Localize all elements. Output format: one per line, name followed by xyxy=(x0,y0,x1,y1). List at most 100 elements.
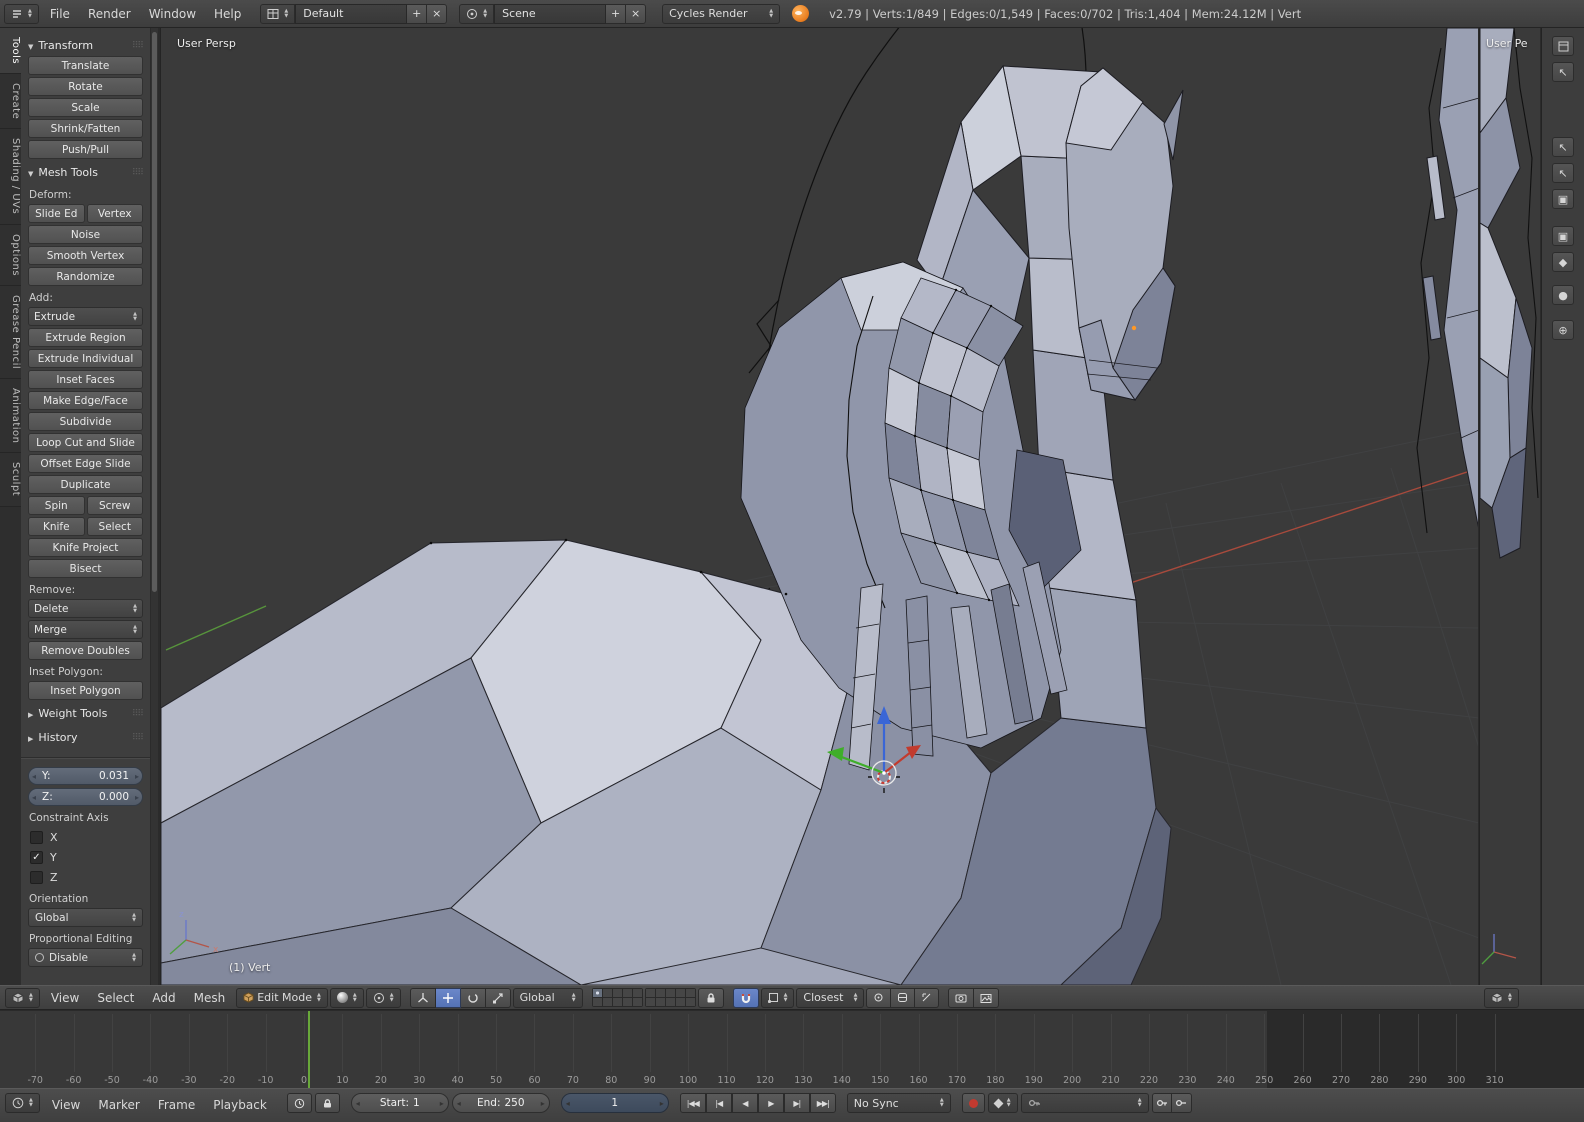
axis-checkbox[interactable] xyxy=(30,830,43,844)
panel-grip-icon[interactable] xyxy=(132,168,143,178)
mesh-model[interactable]: x z xyxy=(161,28,1478,985)
panel-grip-icon[interactable] xyxy=(132,709,143,719)
layers-widget-right[interactable] xyxy=(644,988,696,1007)
rotate-manipulator-button[interactable] xyxy=(460,987,486,1008)
constraint-axis-row[interactable]: X xyxy=(28,827,143,847)
timeline-menu-item[interactable]: View xyxy=(43,1093,89,1117)
timeline-menu-item[interactable]: Marker xyxy=(89,1093,148,1117)
tool-button[interactable]: Bisect xyxy=(28,559,143,578)
snap-element-dropdown[interactable] xyxy=(760,987,795,1008)
tool-shelf-tab[interactable]: Tools xyxy=(0,28,21,75)
header-menu-item[interactable]: Render xyxy=(79,2,140,26)
tool-button[interactable]: Screw xyxy=(86,496,143,515)
av-sync-dropdown[interactable]: No Sync xyxy=(846,1093,951,1113)
mesh-tools-panel-header[interactable]: Mesh Tools xyxy=(28,162,143,183)
add-tool-button[interactable]: Extrude Region xyxy=(28,328,143,347)
close-scene-button[interactable]: × xyxy=(626,3,647,24)
add-tool-button[interactable]: Subdivide xyxy=(28,412,143,431)
insert-keyframe-button[interactable] xyxy=(1151,1093,1172,1113)
playback-button[interactable]: ◀ xyxy=(731,1093,758,1113)
tool-shelf-tab[interactable]: Create xyxy=(0,74,21,130)
editor-type-button[interactable] xyxy=(4,3,39,24)
tool-shelf-tab[interactable]: Animation xyxy=(0,378,21,454)
playback-button[interactable]: ▶ xyxy=(757,1093,784,1113)
use-preview-range-button[interactable] xyxy=(286,1093,312,1113)
properties-tab-icon[interactable]: ↖ xyxy=(1552,163,1574,183)
editor-type-button[interactable] xyxy=(1552,36,1574,56)
scene-browse-button[interactable] xyxy=(459,3,495,24)
timeline-menu-item[interactable]: Playback xyxy=(204,1093,276,1117)
delete-keyframe-button[interactable] xyxy=(1171,1093,1192,1113)
tool-button[interactable]: Select xyxy=(86,517,143,536)
opengl-render-button[interactable] xyxy=(948,987,975,1008)
add-tool-button[interactable]: Duplicate xyxy=(28,475,143,494)
viewport-shading-dropdown[interactable] xyxy=(329,987,364,1008)
frame-start-field[interactable]: Start: 1 xyxy=(350,1093,449,1113)
timeline-canvas[interactable]: -70 -60 -50 -40 -30 -20 -10 0 10 20 30 40 50 60 70 80 90… xyxy=(0,1010,1584,1088)
current-frame-line[interactable] xyxy=(308,1011,310,1088)
orientation-dropdown[interactable]: Global xyxy=(28,908,143,927)
add-tool-button[interactable]: Inset Faces xyxy=(28,370,143,389)
add-scene-button[interactable]: + xyxy=(606,3,627,24)
record-button[interactable] xyxy=(961,1093,985,1113)
snap-peel-button[interactable] xyxy=(891,987,916,1008)
mode-dropdown[interactable]: Edit Mode xyxy=(236,987,328,1008)
keying-set-dropdown[interactable] xyxy=(1020,1093,1149,1113)
secondary-editor-type-button[interactable] xyxy=(1484,988,1519,1008)
add-tool-button[interactable]: Make Edge/Face xyxy=(28,391,143,410)
close-screen-layout-button[interactable]: × xyxy=(427,3,448,24)
viewport-menu-item[interactable]: View xyxy=(42,986,88,1010)
screen-layout-browse-button[interactable] xyxy=(260,3,296,24)
viewport-menu-item[interactable]: Select xyxy=(88,986,143,1010)
screen-layout-name-field[interactable]: Default xyxy=(295,3,408,24)
render-engine-dropdown[interactable]: Cycles Render xyxy=(662,3,781,24)
playback-button[interactable]: ▶▶| xyxy=(809,1093,836,1113)
translate-manipulator-button[interactable] xyxy=(435,987,461,1008)
viewport-menu-item[interactable]: Mesh xyxy=(185,986,235,1010)
playback-button[interactable]: ▶| xyxy=(783,1093,810,1113)
playback-button[interactable]: |◀ xyxy=(705,1093,732,1113)
collapsed-panel-header[interactable]: History xyxy=(28,727,143,748)
lock-to-scene-button[interactable] xyxy=(697,987,724,1008)
timeline-menu-item[interactable]: Frame xyxy=(149,1093,204,1117)
tool-shelf-tab[interactable]: Sculpt xyxy=(0,453,21,507)
layers-widget-left[interactable] xyxy=(591,988,643,1007)
manipulator-toggle-button[interactable] xyxy=(409,987,436,1008)
deform-tool-button[interactable]: Noise xyxy=(28,225,143,244)
tool-shelf-tab[interactable]: Grease Pencil xyxy=(0,285,21,379)
opengl-render-anim-button[interactable] xyxy=(974,987,1000,1008)
properties-tab-icon[interactable]: ▣ xyxy=(1552,226,1574,246)
header-menu-item[interactable]: File xyxy=(41,2,79,26)
proportional-editing-dropdown[interactable]: Disable xyxy=(28,948,143,967)
inset-polygon-button[interactable]: Inset Polygon xyxy=(28,681,143,700)
deform-tool-button[interactable]: Randomize xyxy=(28,267,143,286)
add-tool-button[interactable]: Loop Cut and Slide xyxy=(28,433,143,452)
add-tool-button[interactable]: Extrude Individual xyxy=(28,349,143,368)
snap-align-button[interactable] xyxy=(915,987,940,1008)
collapsed-panel-header[interactable]: Weight Tools xyxy=(28,703,143,724)
current-frame-field[interactable]: 1 xyxy=(560,1093,669,1113)
frame-end-field[interactable]: End: 250 xyxy=(451,1093,550,1113)
tool-button[interactable]: Knife xyxy=(28,517,85,536)
constraint-axis-row[interactable]: ✓ Y xyxy=(28,847,143,867)
properties-tab-icon[interactable]: ▣ xyxy=(1552,189,1574,209)
tool-shelf-tab[interactable]: Options xyxy=(0,224,21,286)
properties-tab-icon[interactable]: ● xyxy=(1552,285,1574,305)
transform-orientation-dropdown[interactable]: Global xyxy=(512,987,583,1008)
tool-button[interactable]: Spin xyxy=(28,496,85,515)
operator-number-field[interactable]: Z: 0.000 xyxy=(28,788,143,806)
transform-tool-button[interactable]: Rotate xyxy=(28,77,143,96)
panel-grip-icon[interactable] xyxy=(132,733,143,743)
remove-dropdown[interactable]: Delete xyxy=(28,599,143,618)
axis-checkbox[interactable]: ✓ xyxy=(30,850,43,864)
playback-button[interactable]: |◀◀ xyxy=(679,1093,706,1113)
transform-tool-button[interactable]: Push/Pull xyxy=(28,140,143,159)
remove-doubles-button[interactable]: Remove Doubles xyxy=(28,641,143,660)
scrollbar-thumb[interactable] xyxy=(152,32,157,592)
transform-tool-button[interactable]: Scale xyxy=(28,98,143,117)
secondary-3d-viewport[interactable]: User Pe xyxy=(1479,28,1540,985)
axis-checkbox[interactable] xyxy=(30,870,43,884)
operator-number-field[interactable]: Y: 0.031 xyxy=(28,767,143,785)
tool-shelf-scrollbar[interactable] xyxy=(151,28,158,985)
transform-tool-button[interactable]: Shrink/Fatten xyxy=(28,119,143,138)
